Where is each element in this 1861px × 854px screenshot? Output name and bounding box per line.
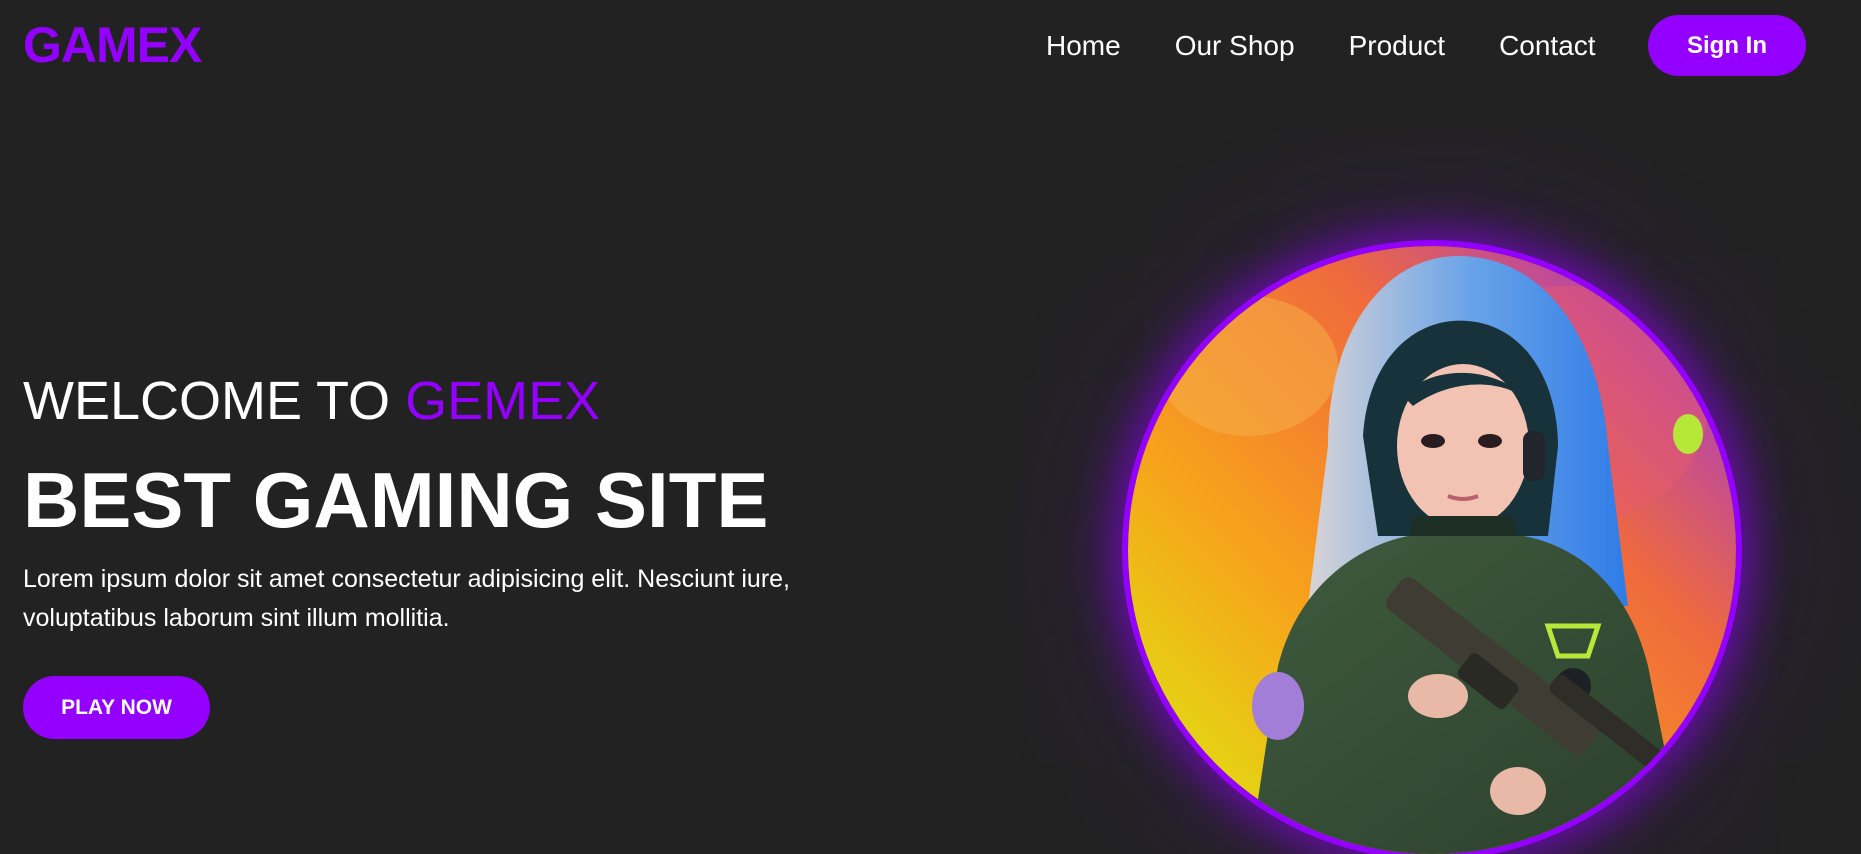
hero-image (1122, 240, 1742, 854)
hero-headline: BEST GAMING SITE (23, 456, 769, 544)
nav-link-product[interactable]: Product (1349, 26, 1446, 66)
hero-description: Lorem ipsum dolor sit amet consectetur a… (23, 565, 791, 632)
main-nav: Home Our Shop Product Contact (1046, 26, 1650, 66)
nav-link-contact[interactable]: Contact (1499, 26, 1596, 66)
welcome-prefix: WELCOME TO (23, 371, 391, 431)
nav-link-our-shop[interactable]: Our Shop (1175, 26, 1295, 66)
play-now-button[interactable]: PLAY NOW (23, 676, 210, 739)
sign-in-button[interactable]: Sign In (1648, 15, 1806, 76)
gamer-girl-illustration-icon (1128, 246, 1736, 854)
landing-page: GAMEX Home Our Shop Product Contact Sign… (0, 0, 1861, 854)
site-logo[interactable]: GAMEX (23, 14, 202, 76)
welcome-heading: WELCOME TO GEMEX (23, 368, 600, 434)
welcome-brand: GEMEX (405, 371, 601, 431)
nav-link-home[interactable]: Home (1046, 26, 1121, 66)
